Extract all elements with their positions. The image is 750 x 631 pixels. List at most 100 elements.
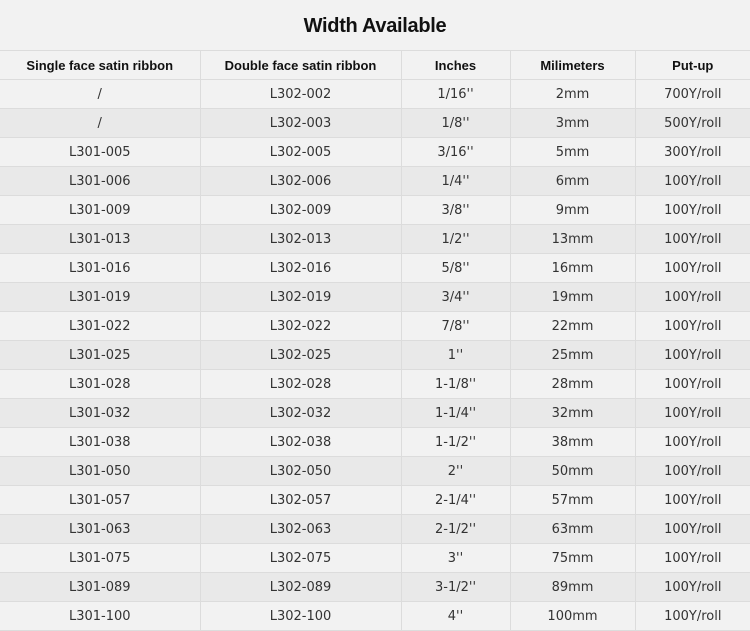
double-face-cell: L302-050 bbox=[199, 456, 402, 486]
millimeters-cell: 2mm bbox=[509, 79, 636, 109]
inches-cell: 7/8'' bbox=[400, 311, 511, 341]
table-row: L301-025 L302-025 1'' 25mm 100Y/roll bbox=[0, 340, 750, 370]
inches-cell: 2-1/4'' bbox=[400, 485, 511, 515]
table-row: L301-013 L302-013 1/2'' 13mm 100Y/roll bbox=[0, 224, 750, 254]
put-up-cell: 700Y/roll bbox=[634, 79, 750, 109]
millimeters-cell: 75mm bbox=[509, 543, 636, 573]
put-up-cell: 100Y/roll bbox=[634, 253, 750, 283]
single-face-cell: L301-013 bbox=[0, 224, 201, 254]
table-row: L301-016 L302-016 5/8'' 16mm 100Y/roll bbox=[0, 253, 750, 283]
single-face-cell: L301-075 bbox=[0, 543, 201, 573]
header-row: Single face satin ribbon Double face sat… bbox=[0, 50, 750, 80]
millimeters-cell: 38mm bbox=[509, 427, 636, 457]
double-face-cell: L302-005 bbox=[199, 137, 402, 167]
page-title: Width Available bbox=[303, 15, 447, 37]
single-face-cell: L301-028 bbox=[0, 369, 201, 399]
inches-cell: 1'' bbox=[400, 340, 511, 370]
table-row: L301-050 L302-050 2'' 50mm 100Y/roll bbox=[0, 456, 750, 486]
inches-cell: 3/4'' bbox=[400, 282, 511, 312]
millimeters-cell: 50mm bbox=[509, 456, 636, 486]
double-face-cell: L302-038 bbox=[199, 427, 402, 457]
millimeters-cell: 6mm bbox=[509, 166, 636, 196]
put-up-cell: 100Y/roll bbox=[634, 514, 750, 544]
inches-cell: 3'' bbox=[400, 543, 511, 573]
double-face-cell: L302-089 bbox=[199, 572, 402, 602]
single-face-cell: L301-100 bbox=[0, 601, 201, 631]
millimeters-cell: 28mm bbox=[509, 369, 636, 399]
inches-cell: 2-1/2'' bbox=[400, 514, 511, 544]
double-face-cell: L302-006 bbox=[199, 166, 402, 196]
width-table: Single face satin ribbon Double face sat… bbox=[0, 50, 750, 631]
table-row: L301-032 L302-032 1-1/4'' 32mm 100Y/roll bbox=[0, 398, 750, 428]
inches-cell: 1/8'' bbox=[400, 108, 511, 138]
table-row: L301-022 L302-022 7/8'' 22mm 100Y/roll bbox=[0, 311, 750, 341]
double-face-cell: L302-019 bbox=[199, 282, 402, 312]
inches-cell: 1/16'' bbox=[400, 79, 511, 109]
inches-cell: 3-1/2'' bbox=[400, 572, 511, 602]
header-put-up: Put-up bbox=[634, 50, 750, 80]
double-face-cell: L302-002 bbox=[199, 79, 402, 109]
double-face-cell: L302-016 bbox=[199, 253, 402, 283]
table-row: / L302-003 1/8'' 3mm 500Y/roll bbox=[0, 108, 750, 138]
inches-cell: 4'' bbox=[400, 601, 511, 631]
inches-cell: 1-1/2'' bbox=[400, 427, 511, 457]
put-up-cell: 100Y/roll bbox=[634, 601, 750, 631]
single-face-cell: L301-038 bbox=[0, 427, 201, 457]
put-up-cell: 100Y/roll bbox=[634, 543, 750, 573]
put-up-cell: 100Y/roll bbox=[634, 195, 750, 225]
double-face-cell: L302-028 bbox=[199, 369, 402, 399]
single-face-cell: / bbox=[0, 108, 201, 138]
millimeters-cell: 63mm bbox=[509, 514, 636, 544]
millimeters-cell: 9mm bbox=[509, 195, 636, 225]
inches-cell: 3/8'' bbox=[400, 195, 511, 225]
double-face-cell: L302-100 bbox=[199, 601, 402, 631]
inches-cell: 2'' bbox=[400, 456, 511, 486]
put-up-cell: 100Y/roll bbox=[634, 224, 750, 254]
put-up-cell: 100Y/roll bbox=[634, 282, 750, 312]
single-face-cell: / bbox=[0, 79, 201, 109]
millimeters-cell: 5mm bbox=[509, 137, 636, 167]
millimeters-cell: 16mm bbox=[509, 253, 636, 283]
inches-cell: 1/4'' bbox=[400, 166, 511, 196]
single-face-cell: L301-006 bbox=[0, 166, 201, 196]
millimeters-cell: 32mm bbox=[509, 398, 636, 428]
double-face-cell: L302-013 bbox=[199, 224, 402, 254]
put-up-cell: 100Y/roll bbox=[634, 427, 750, 457]
table-row: L301-063 L302-063 2-1/2'' 63mm 100Y/roll bbox=[0, 514, 750, 544]
put-up-cell: 100Y/roll bbox=[634, 398, 750, 428]
single-face-cell: L301-050 bbox=[0, 456, 201, 486]
table-row: L301-019 L302-019 3/4'' 19mm 100Y/roll bbox=[0, 282, 750, 312]
table-row: L301-089 L302-089 3-1/2'' 89mm 100Y/roll bbox=[0, 572, 750, 602]
single-face-cell: L301-025 bbox=[0, 340, 201, 370]
double-face-cell: L302-022 bbox=[199, 311, 402, 341]
table-row: L301-009 L302-009 3/8'' 9mm 100Y/roll bbox=[0, 195, 750, 225]
single-face-cell: L301-016 bbox=[0, 253, 201, 283]
single-face-cell: L301-022 bbox=[0, 311, 201, 341]
single-face-cell: L301-005 bbox=[0, 137, 201, 167]
table-row: L301-005 L302-005 3/16'' 5mm 300Y/roll bbox=[0, 137, 750, 167]
put-up-cell: 100Y/roll bbox=[634, 369, 750, 399]
single-face-cell: L301-019 bbox=[0, 282, 201, 312]
put-up-cell: 100Y/roll bbox=[634, 572, 750, 602]
single-face-cell: L301-089 bbox=[0, 572, 201, 602]
inches-cell: 3/16'' bbox=[400, 137, 511, 167]
double-face-cell: L302-063 bbox=[199, 514, 402, 544]
single-face-cell: L301-032 bbox=[0, 398, 201, 428]
millimeters-cell: 19mm bbox=[509, 282, 636, 312]
put-up-cell: 100Y/roll bbox=[634, 340, 750, 370]
inches-cell: 1-1/4'' bbox=[400, 398, 511, 428]
inches-cell: 1/2'' bbox=[400, 224, 511, 254]
put-up-cell: 100Y/roll bbox=[634, 166, 750, 196]
double-face-cell: L302-025 bbox=[199, 340, 402, 370]
inches-cell: 1-1/8'' bbox=[400, 369, 511, 399]
single-face-cell: L301-057 bbox=[0, 485, 201, 515]
table-row: L301-028 L302-028 1-1/8'' 28mm 100Y/roll bbox=[0, 369, 750, 399]
double-face-cell: L302-009 bbox=[199, 195, 402, 225]
millimeters-cell: 13mm bbox=[509, 224, 636, 254]
header-millimeters: Milimeters bbox=[509, 50, 636, 80]
header-double-face: Double face satin ribbon bbox=[199, 50, 402, 80]
double-face-cell: L302-057 bbox=[199, 485, 402, 515]
millimeters-cell: 3mm bbox=[509, 108, 636, 138]
double-face-cell: L302-032 bbox=[199, 398, 402, 428]
millimeters-cell: 25mm bbox=[509, 340, 636, 370]
